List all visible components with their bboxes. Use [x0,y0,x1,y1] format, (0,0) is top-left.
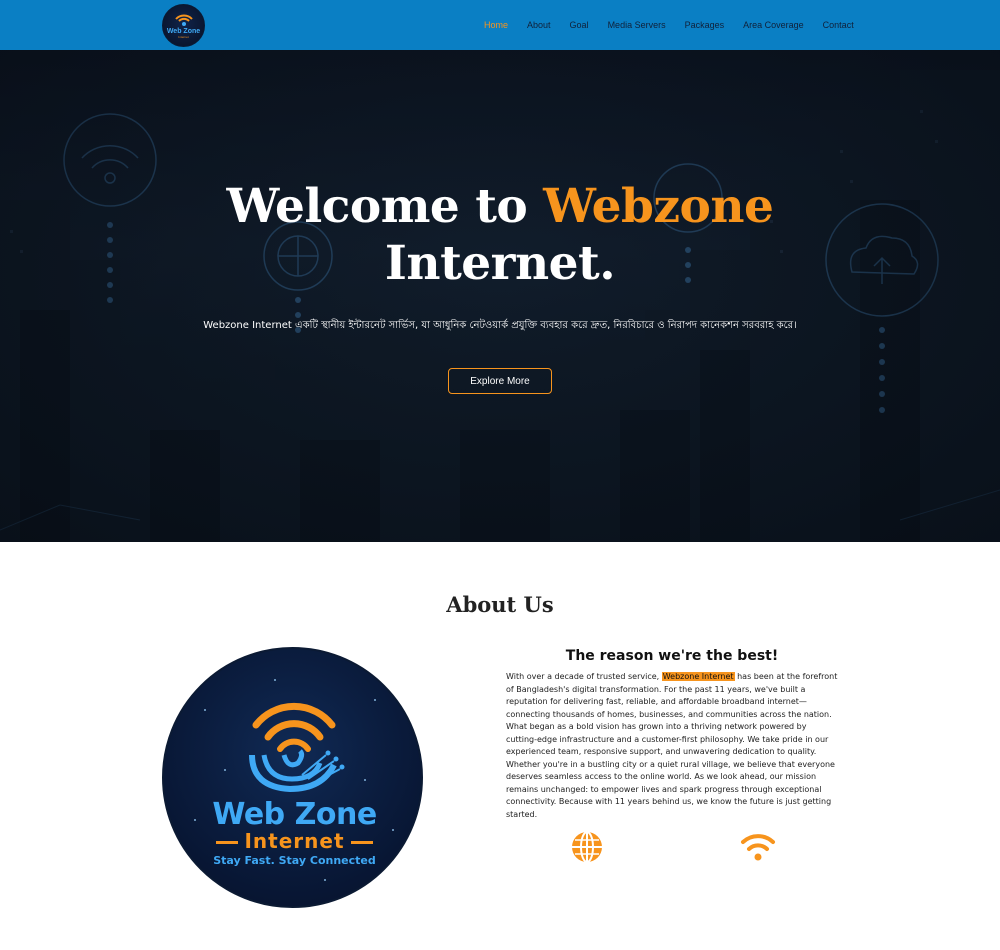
hero-title-suffix: Internet. [384,236,616,291]
nav-about[interactable]: About [527,20,551,30]
logo-line1: Web Zone [212,797,377,832]
logo-right-bar [350,841,373,844]
reason-text-after: has been at the forefront of Bangladesh'… [506,672,838,819]
nav-area-coverage[interactable]: Area Coverage [743,20,804,30]
logo-line2-wrap: Internet [164,829,421,853]
nav-packages[interactable]: Packages [685,20,725,30]
about-logo: Web Zone Internet Stay Fast. Stay Connec… [162,647,423,908]
reason-text-before: With over a decade of trusted service, [506,672,662,681]
wifi-icon [741,834,775,861]
nav-home[interactable]: Home [484,20,508,30]
logo-line2: Internet [244,829,345,853]
hero-title-prefix: Welcome to [226,179,544,234]
logo-text: Web Zone [166,27,201,35]
logo-left-bar [216,841,239,844]
site-logo[interactable]: Web Zone Internet [162,4,205,47]
hero-section: Welcome to Webzone Internet. Webzone Int… [0,50,1000,542]
hero-title-accent: Webzone [543,179,774,234]
hero-title: Welcome to Webzone Internet. [0,178,1000,292]
logo-tagline: Stay Fast. Stay Connected [213,854,376,867]
logo-wifi-icon [174,14,193,26]
reason-text-highlight: Webzone Internet [661,672,735,681]
hero-overlay [0,50,1000,542]
navbar: Web Zone Internet Home About Goal Media … [0,0,1000,50]
about-heading: About Us [446,592,554,617]
globe-icon [572,831,602,863]
explore-more-button[interactable]: Explore More [448,368,552,394]
nav-media-servers[interactable]: Media Servers [608,20,666,30]
logo-subtext: Internet [178,34,189,39]
hero-subtitle: Webzone Internet একটি স্থানীয় ইন্টারনেট… [203,320,797,331]
reason-title: The reason we're the best! [565,648,779,664]
nav-links: Home About Goal Media Servers Packages A… [484,0,873,50]
logo-wifi-mark-icon [249,702,345,793]
nav-goal[interactable]: Goal [570,20,589,30]
nav-contact[interactable]: Contact [823,20,854,30]
reason-text: With over a decade of trusted service, W… [506,671,838,821]
